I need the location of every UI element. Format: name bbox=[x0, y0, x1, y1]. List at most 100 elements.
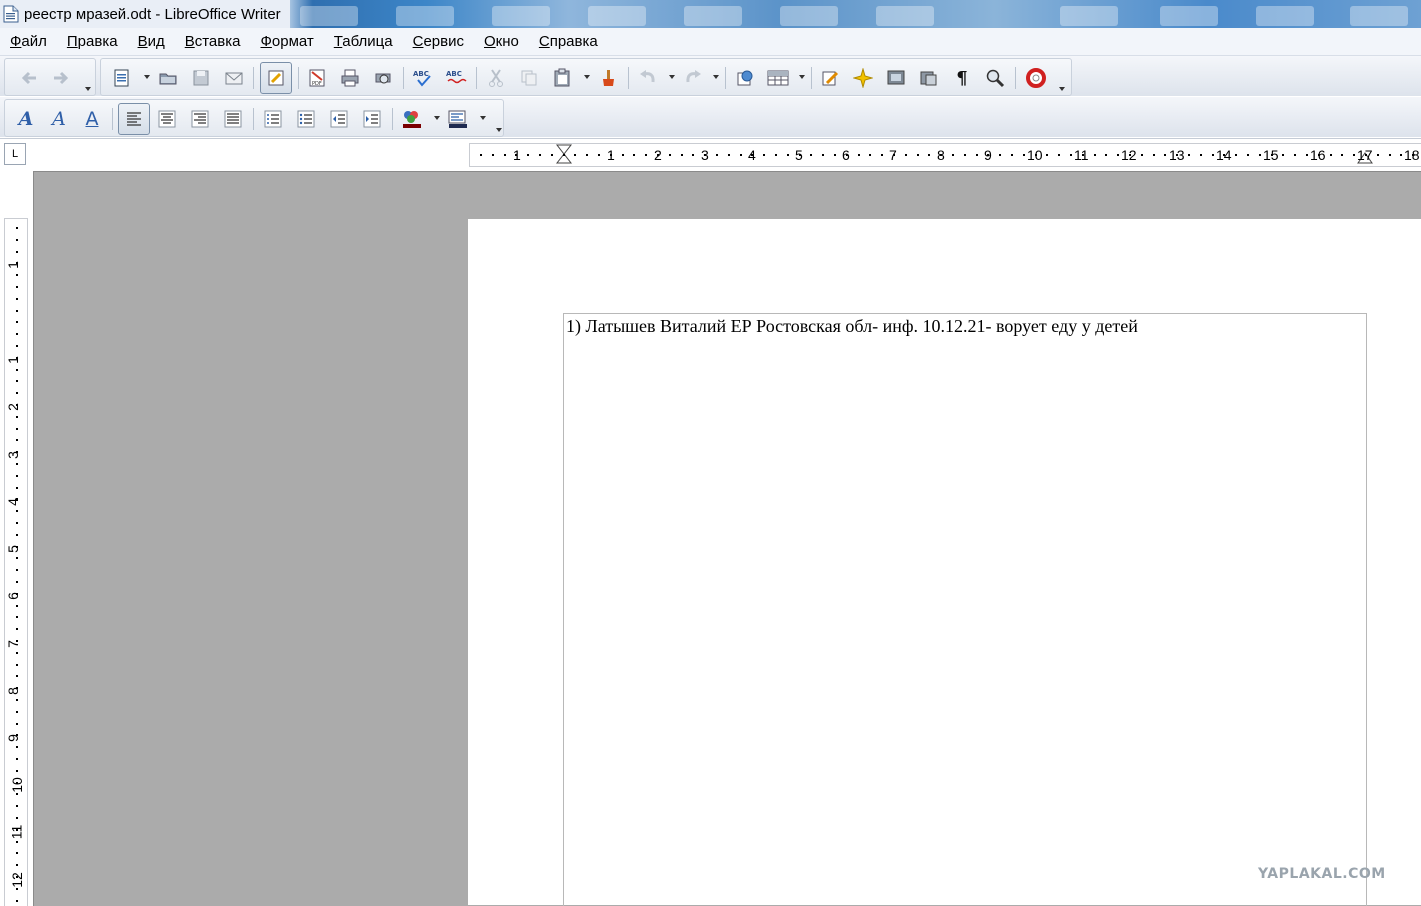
menu-label-rest: айл bbox=[21, 33, 47, 50]
vruler-dot bbox=[16, 297, 18, 300]
ruler-dot bbox=[480, 154, 482, 156]
ruler-dot bbox=[881, 154, 884, 156]
toolbar-overflow-icon-3[interactable] bbox=[496, 128, 502, 132]
copy-icon[interactable] bbox=[516, 65, 542, 91]
italic-a-icon[interactable]: A bbox=[46, 106, 72, 132]
vruler-dot bbox=[16, 262, 18, 265]
vertical-ruler[interactable]: 1 1 2 3 4 5 6 7 8 9 10 11 12 bbox=[4, 218, 28, 906]
align-center-icon[interactable] bbox=[154, 106, 180, 132]
vruler-dot bbox=[16, 474, 18, 477]
menu-item-2[interactable]: Вид bbox=[138, 33, 165, 50]
table-dropdown-icon[interactable] bbox=[799, 75, 805, 79]
menu-item-0[interactable]: Файл bbox=[10, 33, 47, 50]
highlight-dropdown-icon[interactable] bbox=[434, 116, 440, 120]
ruler-dot bbox=[574, 154, 577, 156]
numbered-list-icon[interactable] bbox=[260, 106, 286, 132]
toolbar-overflow-icon[interactable] bbox=[85, 87, 91, 91]
spellcheck-icon[interactable]: ABC bbox=[410, 65, 436, 91]
menu-accelerator: С bbox=[412, 33, 424, 50]
menu-bar: Файл Правка Вид Вставка Формат Таблица Сервис О… bbox=[0, 28, 1421, 56]
vruler-tick-label: 10 bbox=[8, 777, 25, 793]
pilcrow-icon[interactable]: ¶ bbox=[949, 65, 975, 91]
new-dropdown-icon[interactable] bbox=[144, 75, 150, 79]
ruler-dot bbox=[1258, 154, 1261, 156]
ruler-dot bbox=[1129, 154, 1131, 156]
help-icon[interactable] bbox=[1023, 65, 1049, 91]
toolbar-overflow-icon-2[interactable] bbox=[1059, 87, 1065, 91]
ruler-dot bbox=[928, 154, 931, 156]
forward-icon[interactable] bbox=[47, 65, 73, 91]
text-boundary[interactable]: 1) Латышев Виталий ЕР Ростовская обл- ин… bbox=[563, 313, 1367, 906]
menu-item-5[interactable]: Таблица bbox=[334, 33, 393, 50]
paragraph-bg-dropdown-icon[interactable] bbox=[480, 116, 486, 120]
navigator-icon[interactable] bbox=[732, 65, 758, 91]
print-preview-icon[interactable] bbox=[370, 65, 396, 91]
menu-item-6[interactable]: Сервис bbox=[413, 33, 464, 50]
new-document-icon[interactable] bbox=[109, 65, 135, 91]
horizontal-ruler[interactable]: 1123456789101112131415161718 bbox=[469, 143, 1421, 167]
paste-icon[interactable] bbox=[549, 65, 575, 91]
ruler-dot bbox=[491, 154, 494, 156]
draw-functions-icon[interactable] bbox=[817, 65, 843, 91]
back-icon[interactable] bbox=[17, 65, 43, 91]
vruler-dot bbox=[16, 651, 18, 654]
align-left-icon[interactable] bbox=[118, 103, 150, 135]
document-text[interactable]: 1) Латышев Виталий ЕР Ростовская обл- ин… bbox=[566, 316, 1138, 337]
formatting-toolbar: A A A bbox=[0, 97, 1421, 137]
edit-mode-icon[interactable] bbox=[260, 62, 292, 94]
ruler-dot bbox=[1388, 154, 1391, 156]
fontwork-style-icon[interactable]: A bbox=[13, 106, 39, 132]
left-indent-marker-icon[interactable] bbox=[555, 144, 575, 164]
gallery-icon[interactable] bbox=[883, 65, 909, 91]
ruler-dot bbox=[1294, 154, 1297, 156]
menu-item-3[interactable]: Вставка bbox=[185, 33, 241, 50]
zoom-icon[interactable] bbox=[982, 65, 1008, 91]
navigator-star-icon[interactable] bbox=[850, 65, 876, 91]
ruler-dot bbox=[1353, 154, 1356, 156]
menu-item-1[interactable]: Правка bbox=[67, 33, 118, 50]
paragraph-background-icon[interactable] bbox=[445, 106, 471, 132]
paste-dropdown-icon[interactable] bbox=[584, 75, 590, 79]
increase-indent-icon[interactable] bbox=[359, 106, 385, 132]
data-sources-icon[interactable] bbox=[916, 65, 942, 91]
vruler-dot bbox=[16, 710, 18, 713]
outline-a-icon[interactable]: A bbox=[79, 106, 105, 132]
ruler-dot bbox=[1011, 154, 1013, 156]
save-icon[interactable] bbox=[188, 65, 214, 91]
window-title: реестр мразей.odt - LibreOffice Writer bbox=[24, 5, 281, 23]
ruler-dot bbox=[999, 154, 1002, 156]
ruler-dot bbox=[550, 154, 553, 156]
vruler-dot bbox=[16, 427, 18, 430]
justify-icon[interactable] bbox=[220, 106, 246, 132]
redo-dropdown-icon[interactable] bbox=[713, 75, 719, 79]
ruler-dot bbox=[893, 154, 895, 156]
menu-item-4[interactable]: Формат bbox=[260, 33, 313, 50]
align-right-icon[interactable] bbox=[187, 106, 213, 132]
vruler-dot bbox=[16, 734, 18, 737]
open-icon[interactable] bbox=[155, 65, 181, 91]
ruler-dot bbox=[822, 154, 825, 156]
tab-stop-selector[interactable]: L bbox=[4, 143, 26, 165]
autospellcheck-icon[interactable]: ABC bbox=[443, 65, 469, 91]
undo-icon[interactable] bbox=[635, 65, 661, 91]
decrease-indent-icon[interactable] bbox=[326, 106, 352, 132]
table-icon[interactable] bbox=[765, 65, 791, 91]
export-pdf-icon[interactable]: PDF bbox=[304, 65, 330, 91]
vruler-dot bbox=[16, 404, 18, 406]
format-paintbrush-icon[interactable] bbox=[595, 65, 621, 91]
print-icon[interactable] bbox=[337, 65, 363, 91]
vruler-dot bbox=[16, 640, 18, 642]
vruler-dot bbox=[16, 817, 18, 819]
vruler-dot bbox=[16, 463, 18, 465]
undo-dropdown-icon[interactable] bbox=[669, 75, 675, 79]
redo-icon[interactable] bbox=[680, 65, 706, 91]
vruler-dot bbox=[16, 675, 18, 678]
bullet-list-icon[interactable] bbox=[293, 106, 319, 132]
ruler-dot bbox=[633, 154, 636, 156]
vruler-dot bbox=[16, 557, 18, 560]
menu-item-8[interactable]: Справка bbox=[539, 33, 598, 50]
menu-item-7[interactable]: Окно bbox=[484, 33, 519, 50]
cut-icon[interactable] bbox=[483, 65, 509, 91]
email-icon[interactable] bbox=[221, 65, 247, 91]
highlight-color-icon[interactable] bbox=[399, 106, 425, 132]
